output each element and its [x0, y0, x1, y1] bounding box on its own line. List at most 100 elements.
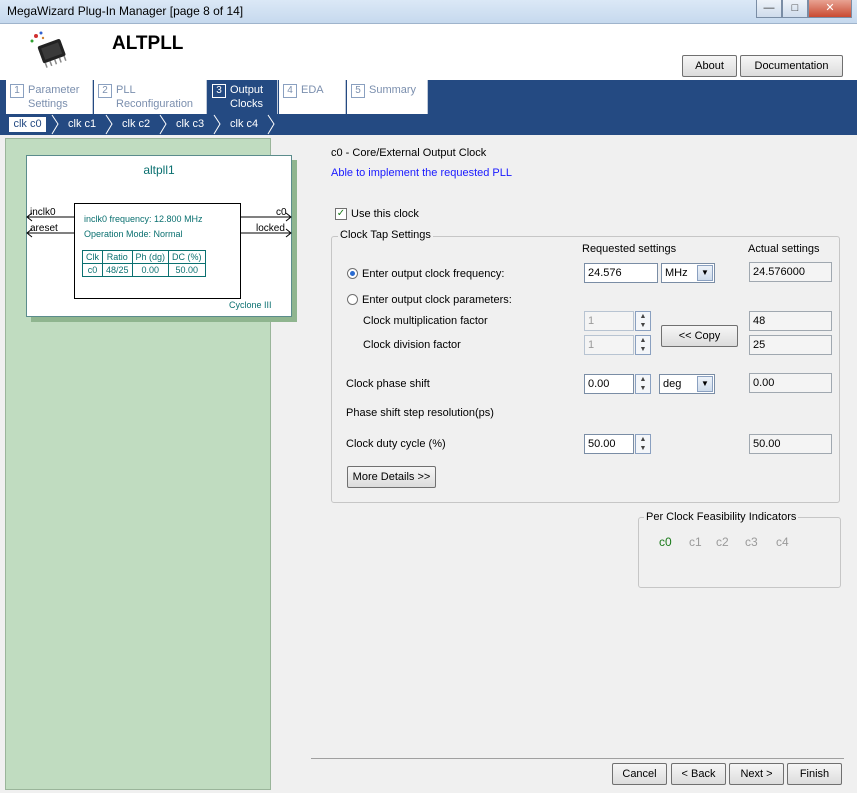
diagram-title: altpll1 — [143, 163, 175, 177]
table-cell: Ph (dg) — [131, 250, 170, 264]
more-details-button[interactable]: More Details >> — [347, 466, 436, 488]
tab-label: Output Clocks — [230, 84, 264, 110]
spin-down-icon: ▼ — [639, 322, 647, 329]
phase-unit-select[interactable]: deg ▼ — [659, 374, 715, 394]
tab-number: 2 — [98, 84, 112, 98]
about-button[interactable]: About — [682, 55, 737, 77]
use-clock-label: Use this clock — [351, 208, 419, 220]
table-row: c0 48/25 0.00 50.00 — [82, 263, 206, 277]
division-factor-input[interactable]: 1 — [584, 335, 634, 355]
indicator-c3: c3 — [745, 535, 758, 549]
division-actual-value: 25 — [749, 335, 832, 355]
duty-cycle-label: Clock duty cycle (%) — [346, 438, 446, 450]
spin-down-icon: ▼ — [639, 385, 647, 392]
operation-mode-text: Operation Mode: Normal — [84, 229, 183, 239]
spin-up-icon: ▲ — [639, 436, 647, 443]
tab-label: EDA — [301, 84, 324, 96]
tab-summary[interactable]: 5 Summary — [347, 80, 428, 114]
feasibility-indicators-group — [638, 517, 841, 588]
tab-parameter-settings[interactable]: 1 Parameter Settings — [6, 80, 93, 114]
chevron-down-icon: ▼ — [697, 265, 713, 281]
output-frequency-input[interactable]: 24.576 — [584, 263, 658, 283]
tab-number: 5 — [351, 84, 365, 98]
use-clock-checkbox[interactable]: ✓ — [335, 208, 347, 220]
tab-number: 4 — [283, 84, 297, 98]
multiplication-factor-input[interactable]: 1 — [584, 311, 634, 331]
tab-eda[interactable]: 4 EDA — [279, 80, 346, 114]
table-header-row: Clk Ratio Ph (dg) DC (%) — [82, 250, 206, 264]
chevron-down-icon: ▼ — [697, 376, 713, 392]
spin-up-icon: ▲ — [639, 313, 647, 320]
maximize-button[interactable]: □ — [782, 0, 808, 18]
table-cell: 50.00 — [168, 263, 206, 277]
multiplication-actual-value: 48 — [749, 311, 832, 331]
phase-shift-label: Clock phase shift — [346, 378, 430, 390]
tab-number: 3 — [212, 84, 226, 98]
input-frequency-text: inclk0 frequency: 12.800 MHz — [84, 214, 203, 224]
phase-actual-value: 0.00 — [749, 373, 832, 393]
multiplication-factor-label: Clock multiplication factor — [363, 315, 488, 327]
duty-cycle-spinner[interactable]: ▲ ▼ — [635, 434, 651, 454]
output-parameters-radio[interactable] — [347, 294, 358, 305]
clock-summary-table: Clk Ratio Ph (dg) DC (%) c0 48/25 0.00 5… — [82, 250, 206, 277]
actual-settings-header: Actual settings — [748, 243, 820, 255]
multiplication-spinner[interactable]: ▲ ▼ — [635, 311, 651, 331]
indicator-c4: c4 — [776, 535, 789, 549]
feasibility-title: Per Clock Feasibility Indicators — [644, 511, 799, 523]
table-cell: c0 — [82, 263, 103, 277]
next-button[interactable]: Next > — [729, 763, 784, 785]
tab-label: Parameter Settings — [28, 84, 80, 110]
tab-label: Summary — [369, 84, 417, 96]
clock-tab-separators-icon — [51, 114, 275, 135]
page-tabs: 1 Parameter Settings 2 PLL Reconfigurati… — [0, 80, 857, 114]
clock-tabs: clk c0 clk c1 clk c2 clk c3 clk c4 — [0, 114, 857, 135]
device-family-text: Cyclone III — [229, 300, 272, 310]
tab-output-clocks[interactable]: 3 Output Clocks — [208, 80, 278, 114]
port-areset: areset — [30, 223, 58, 234]
back-button[interactable]: < Back — [671, 763, 726, 785]
phase-shift-input[interactable]: 0.00 — [584, 374, 634, 394]
table-cell: Clk — [82, 250, 103, 264]
port-c0: c0 — [276, 207, 287, 218]
spin-down-icon: ▼ — [639, 346, 647, 353]
cancel-button[interactable]: Cancel — [612, 763, 667, 785]
table-cell: 0.00 — [131, 263, 170, 277]
window-title: MegaWizard Plug-In Manager [page 8 of 14… — [7, 4, 244, 18]
table-cell: DC (%) — [168, 250, 206, 264]
documentation-button[interactable]: Documentation — [740, 55, 843, 77]
frequency-unit-value: MHz — [665, 267, 688, 279]
indicator-c0: c0 — [659, 535, 672, 549]
feasibility-status: Able to implement the requested PLL — [331, 167, 513, 179]
clock-heading: c0 - Core/External Output Clock — [331, 147, 487, 159]
tab-number: 1 — [10, 84, 24, 98]
group-title: Clock Tap Settings — [338, 229, 433, 241]
phase-step-label: Phase shift step resolution(ps) — [346, 407, 494, 419]
output-parameters-label: Enter output clock parameters: — [362, 294, 512, 306]
tab-pll-reconfiguration[interactable]: 2 PLL Reconfiguration — [94, 80, 207, 114]
output-frequency-radio[interactable] — [347, 268, 358, 279]
indicator-c2: c2 — [716, 535, 729, 549]
duty-cycle-input[interactable]: 50.00 — [584, 434, 634, 454]
finish-button[interactable]: Finish — [787, 763, 842, 785]
app-title: ALTPLL — [112, 33, 184, 54]
spin-up-icon: ▲ — [639, 376, 647, 383]
chip-logo-icon — [28, 30, 74, 70]
division-factor-label: Clock division factor — [363, 339, 461, 351]
footer-divider — [311, 758, 844, 759]
duty-actual-value: 50.00 — [749, 434, 832, 454]
table-cell: Ratio — [102, 250, 133, 264]
close-button[interactable]: ✕ — [808, 0, 852, 18]
spin-up-icon: ▲ — [639, 337, 647, 344]
minimize-button[interactable]: — — [756, 0, 782, 18]
port-locked: locked — [256, 223, 285, 234]
requested-settings-header: Requested settings — [582, 243, 677, 255]
division-spinner[interactable]: ▲ ▼ — [635, 335, 651, 355]
port-inclk0: inclk0 — [30, 207, 56, 218]
title-bar: MegaWizard Plug-In Manager [page 8 of 14… — [0, 0, 857, 24]
phase-shift-spinner[interactable]: ▲ ▼ — [635, 374, 651, 394]
frequency-actual-value: 24.576000 — [749, 262, 832, 282]
frequency-unit-select[interactable]: MHz ▼ — [661, 263, 715, 283]
copy-button[interactable]: << Copy — [661, 325, 738, 347]
phase-unit-value: deg — [663, 378, 682, 390]
output-frequency-label: Enter output clock frequency: — [362, 268, 505, 280]
